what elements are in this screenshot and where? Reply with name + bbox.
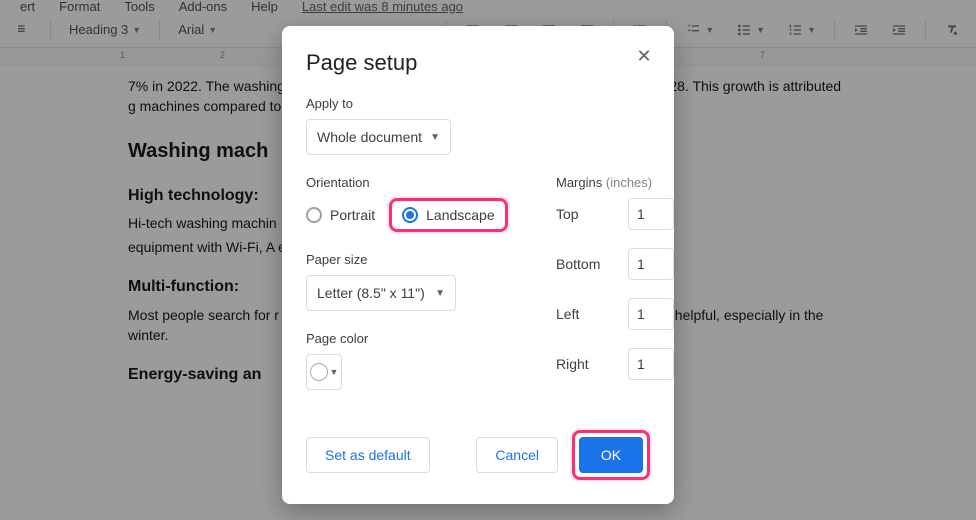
margin-bottom-label: Bottom <box>556 256 616 272</box>
radio-icon <box>402 207 418 223</box>
margin-top-label: Top <box>556 206 616 222</box>
margin-right-label: Right <box>556 356 616 372</box>
close-icon[interactable]: ✕ <box>632 44 656 68</box>
ok-highlight: OK <box>572 430 650 480</box>
apply-to-value: Whole document <box>317 129 422 145</box>
margin-bottom-input[interactable] <box>628 248 674 280</box>
margins-unit: (inches) <box>606 175 652 190</box>
page-color-select[interactable]: ▼ <box>306 354 342 390</box>
orientation-landscape-radio[interactable]: Landscape <box>389 198 508 232</box>
radio-icon <box>306 207 322 223</box>
radio-label: Portrait <box>330 207 375 223</box>
apply-to-label: Apply to <box>306 96 650 111</box>
margin-top-row: Top <box>556 198 674 230</box>
caret-down-icon: ▼ <box>330 367 339 377</box>
page-color-label: Page color <box>306 331 516 346</box>
caret-down-icon: ▼ <box>435 288 445 299</box>
cancel-button[interactable]: Cancel <box>476 437 558 473</box>
margin-top-input[interactable] <box>628 198 674 230</box>
set-as-default-button[interactable]: Set as default <box>306 437 430 473</box>
margin-left-label: Left <box>556 306 616 322</box>
color-swatch-icon <box>310 363 328 381</box>
paper-size-select[interactable]: Letter (8.5" x 11") ▼ <box>306 275 456 311</box>
dialog-actions: Set as default Cancel OK <box>306 430 650 480</box>
ok-button[interactable]: OK <box>579 437 643 473</box>
page-setup-dialog: Page setup ✕ Apply to Whole document ▼ O… <box>282 26 674 504</box>
dialog-title: Page setup <box>306 50 650 76</box>
margin-bottom-row: Bottom <box>556 248 674 280</box>
caret-down-icon: ▼ <box>430 132 440 143</box>
paper-size-value: Letter (8.5" x 11") <box>317 285 425 301</box>
orientation-label: Orientation <box>306 175 516 190</box>
margin-right-row: Right <box>556 348 674 380</box>
margin-left-input[interactable] <box>628 298 674 330</box>
apply-to-select[interactable]: Whole document ▼ <box>306 119 451 155</box>
margins-label: Margins (inches) <box>556 175 674 190</box>
orientation-radiogroup: Portrait Landscape <box>306 198 516 232</box>
paper-size-label: Paper size <box>306 252 516 267</box>
margin-left-row: Left <box>556 298 674 330</box>
margin-right-input[interactable] <box>628 348 674 380</box>
orientation-portrait-radio[interactable]: Portrait <box>306 207 375 223</box>
radio-label: Landscape <box>426 207 495 223</box>
